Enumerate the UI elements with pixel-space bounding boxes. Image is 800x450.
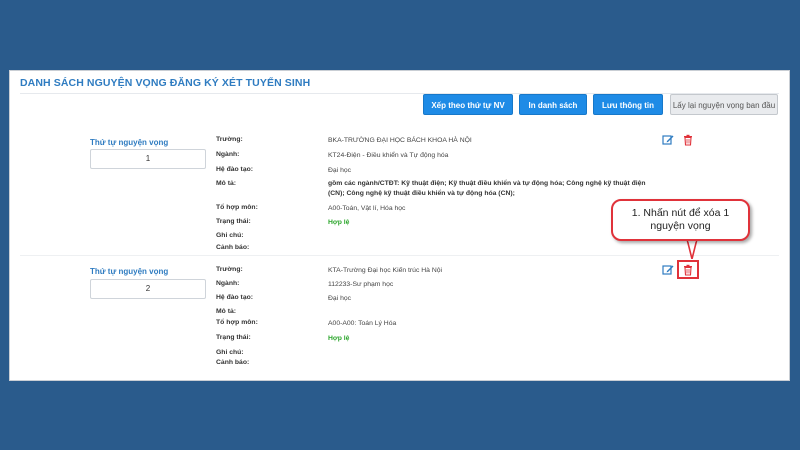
trash-icon[interactable]	[682, 134, 694, 146]
major-value: KT24-Điện - Điều khiển và Tự động hóa	[328, 152, 449, 159]
training-label: Hệ đào tạo:	[216, 166, 254, 173]
school-label: Trường:	[216, 136, 243, 143]
note-label: Ghi chú:	[216, 349, 244, 356]
save-button[interactable]: Lưu thông tin	[593, 94, 663, 115]
edit-icon[interactable]	[662, 134, 674, 146]
school-value: KTA-Trường Đại học Kiến trúc Hà Nội	[328, 267, 443, 274]
callout-pointer	[686, 239, 698, 259]
status-value: Hợp lệ	[328, 219, 350, 226]
print-button[interactable]: In danh sách	[519, 94, 587, 115]
training-value: Đại học	[328, 295, 352, 302]
restore-button[interactable]: Lấy lại nguyện vọng ban đầu	[670, 94, 778, 115]
order-label: Thứ tự nguyện vọng	[90, 138, 169, 147]
instruction-callout: 1. Nhấn nút để xóa 1 nguyện vọng	[611, 199, 750, 241]
status-label: Trạng thái:	[216, 218, 251, 225]
school-label: Trường:	[216, 266, 243, 273]
record-divider	[20, 255, 779, 256]
order-label: Thứ tự nguyện vọng	[90, 267, 169, 276]
combination-label: Tổ hợp môn:	[216, 204, 258, 211]
callout-line-1: 1. Nhấn nút để xóa 1	[631, 207, 730, 219]
callout-line-2: nguyện vọng	[650, 220, 711, 232]
training-value: Đại học	[328, 167, 352, 174]
title-divider	[20, 93, 779, 94]
status-label: Trạng thái:	[216, 334, 251, 341]
training-label: Hệ đào tạo:	[216, 294, 254, 301]
description-value: gồm các ngành/CTĐT: Kỹ thuật điện; Kỹ th…	[328, 180, 646, 197]
warning-label: Cảnh báo:	[216, 244, 250, 251]
sort-button[interactable]: Xếp theo thứ tự NV	[423, 94, 513, 115]
order-input[interactable]: 2	[90, 279, 206, 299]
description-label: Mô tả:	[216, 308, 237, 315]
major-label: Ngành:	[216, 280, 240, 287]
combination-value: A00-Toán, Vật lí, Hóa học	[328, 205, 406, 212]
status-value: Hợp lệ	[328, 335, 350, 342]
delete-highlight-box	[677, 260, 699, 279]
school-value: BKA-TRƯỜNG ĐẠI HỌC BÁCH KHOA HÀ NỘI	[328, 137, 472, 144]
page-title: DANH SÁCH NGUYỆN VỌNG ĐĂNG KÝ XÉT TUYỂN …	[20, 77, 311, 89]
order-input[interactable]: 1	[90, 149, 206, 169]
note-label: Ghi chú:	[216, 232, 244, 239]
description-label: Mô tả:	[216, 180, 237, 187]
combination-value: A00-A00: Toán Lý Hóa	[328, 320, 397, 327]
combination-label: Tổ hợp môn:	[216, 319, 258, 326]
major-value: 112233-Sư phạm học	[328, 281, 394, 288]
major-label: Ngành:	[216, 151, 240, 158]
edit-icon[interactable]	[662, 264, 674, 276]
warning-label: Cảnh báo:	[216, 359, 250, 366]
